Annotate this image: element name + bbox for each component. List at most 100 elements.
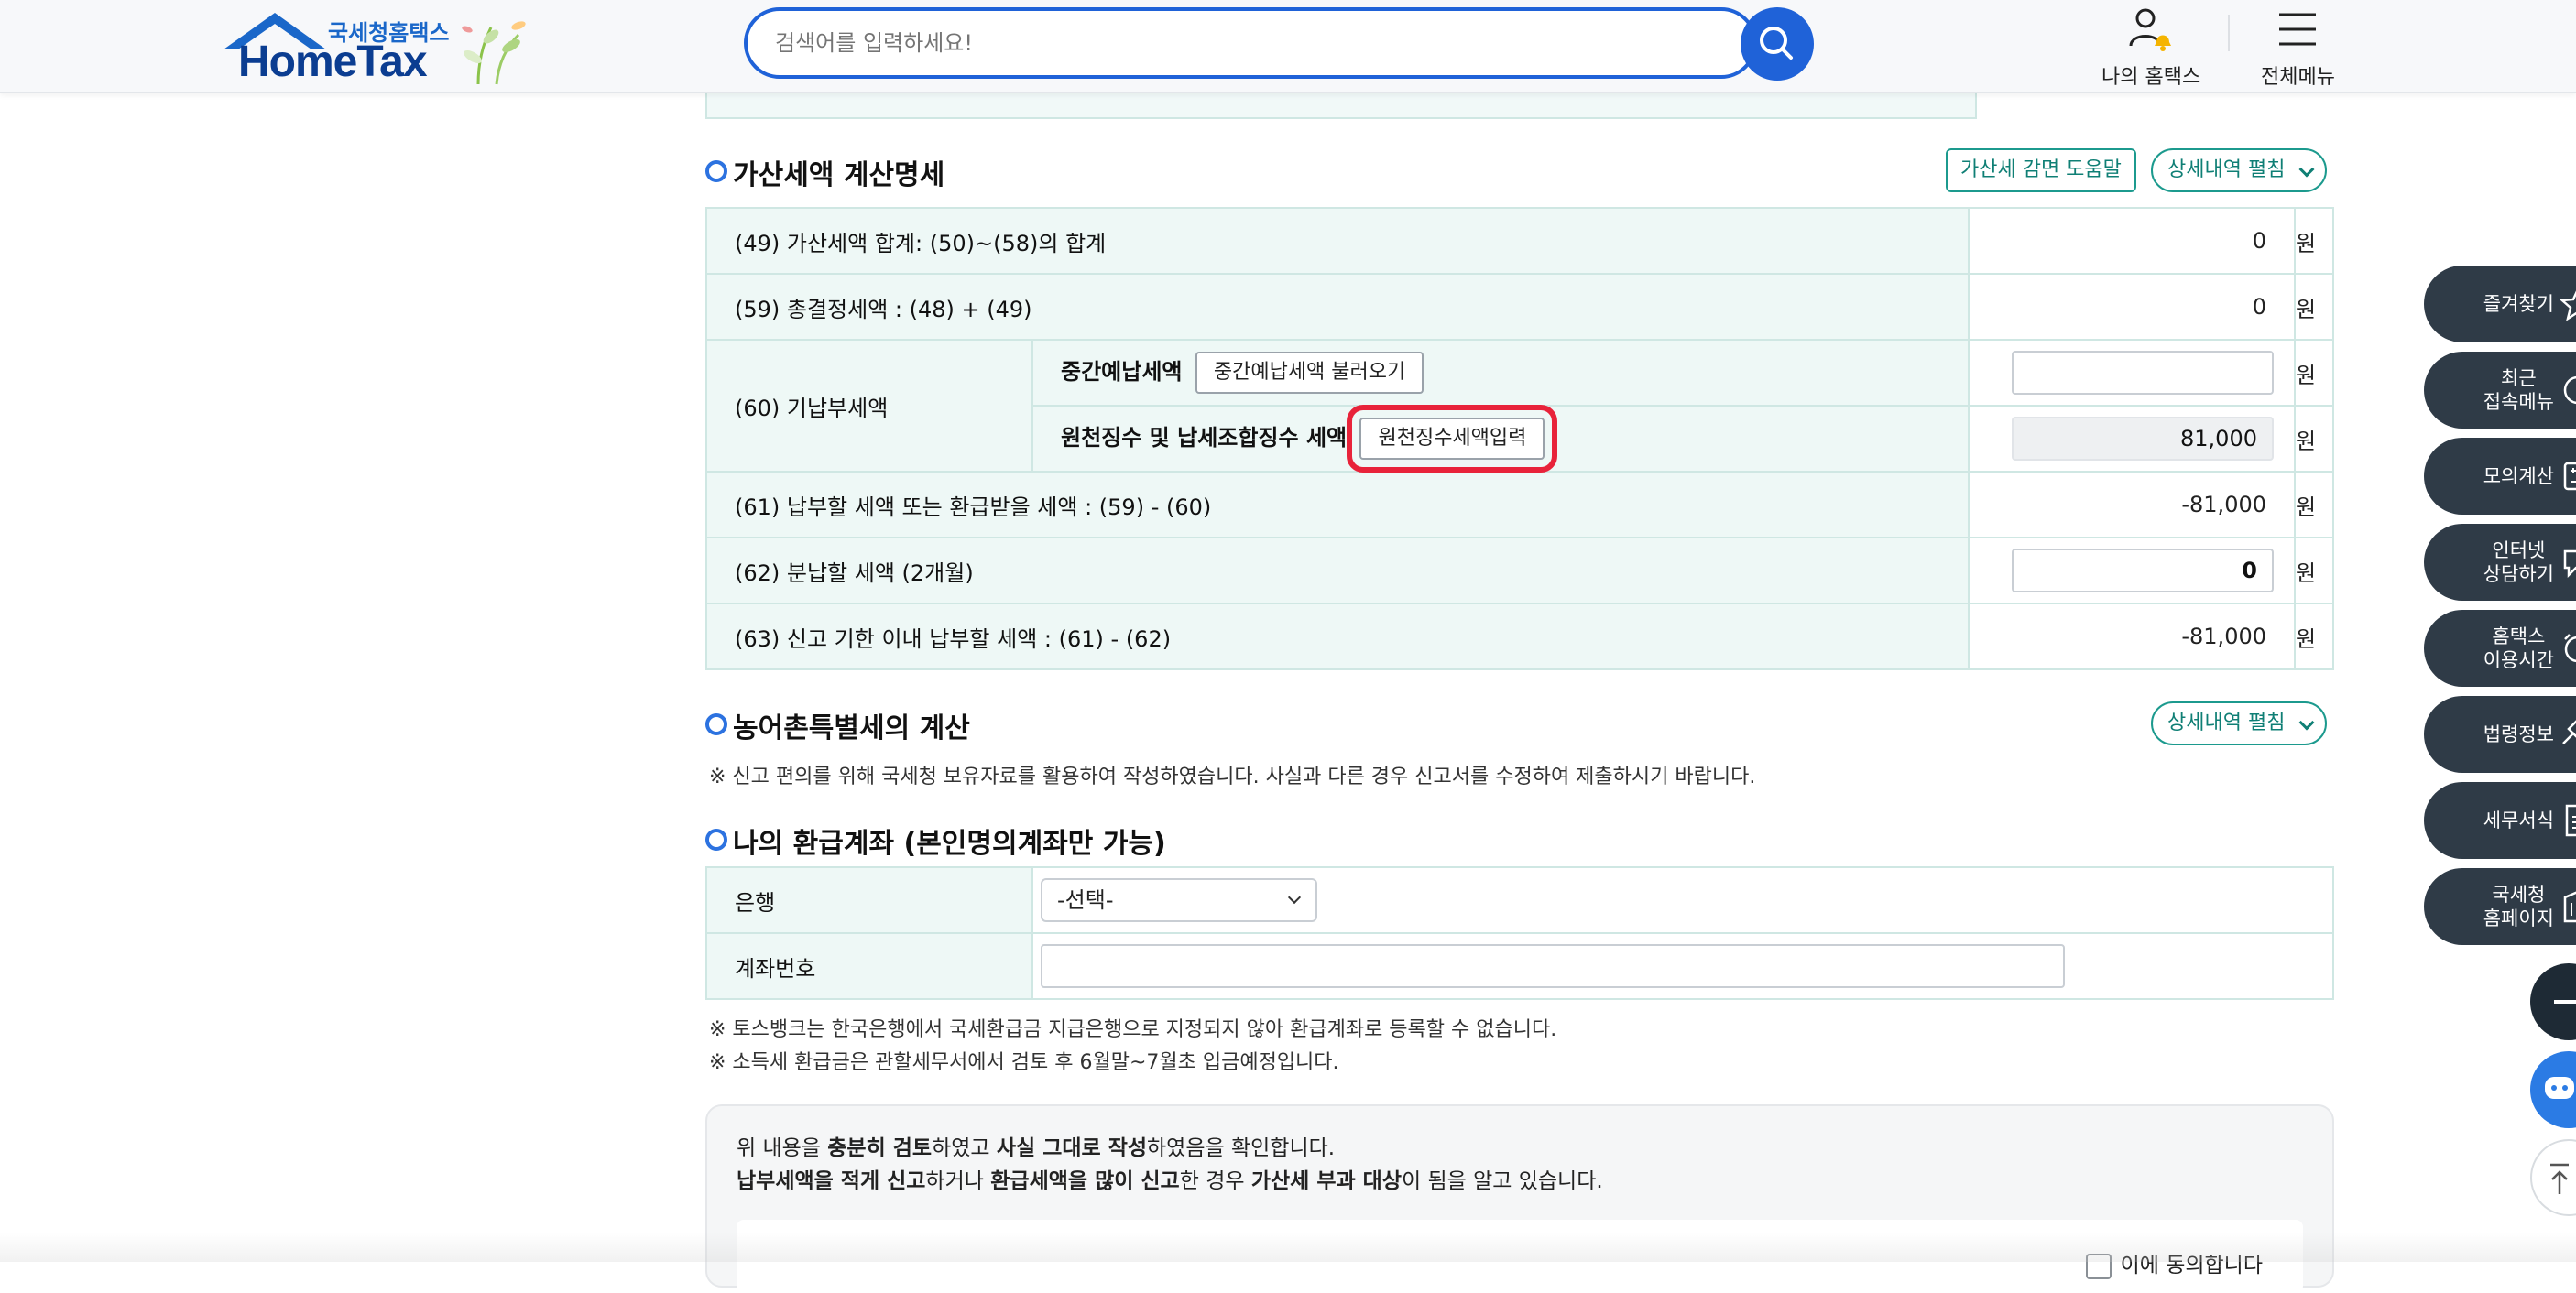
calculator-icon (2563, 462, 2576, 491)
penalty-table: (49) 가산세액 합계: (50)~(58)의 합계 0 원 (59) 총결정… (705, 207, 2334, 670)
building-icon (2563, 891, 2576, 923)
mock-calc-label: 모의계산 (2483, 465, 2554, 487)
user-bell-icon (2129, 8, 2172, 51)
hometax-logo[interactable]: 국세청홈택스 HomeTax (220, 9, 540, 86)
row61-value-cell: -81,000 (1968, 471, 2296, 538)
rural-tax-expand-button[interactable]: 상세내역 펼침 (2151, 701, 2328, 745)
arrow-up-icon (2550, 1163, 2569, 1194)
bottom-fade (0, 1233, 2576, 1262)
tax-forms-label: 세무서식 (2483, 809, 2554, 831)
row60a-label: 중간예납세액 (1061, 359, 1183, 385)
row62-label: (62) 분납할 세액 (2개월) (705, 537, 1970, 604)
table-row: (61) 납부할 세액 또는 환급받을 세액 : (59) - (60) -81… (705, 471, 2334, 538)
law-info-label: 법령정보 (2483, 723, 2554, 745)
bank-select[interactable]: -선택- (1041, 878, 1317, 922)
tax-forms-button[interactable]: 세무서식 (2424, 782, 2576, 859)
rural-tax-expand-label: 상세내역 펼침 (2167, 712, 2286, 734)
service-hours-button[interactable]: 홈택스 이용시간 (2424, 610, 2576, 687)
chevron-down-icon (2298, 714, 2315, 731)
nts-homepage-label: 국세청 홈페이지 (2483, 884, 2554, 929)
account-number-label: 계좌번호 (705, 932, 1033, 1000)
row59-value-cell: 0 (1968, 273, 2296, 341)
table-row: (49) 가산세액 합계: (50)~(58)의 합계 0 원 (705, 207, 2334, 275)
row59-label: (59) 총결정세액 : (48) + (49) (705, 273, 1970, 341)
header-divider (2228, 15, 2230, 51)
load-interim-prepaid-tax-button[interactable]: 중간예납세액 불러오기 (1195, 352, 1424, 394)
account-number-input[interactable] (1041, 944, 2065, 988)
row60b-value-cell (1968, 405, 2296, 473)
all-menu-button[interactable]: 전체메뉴 (2261, 5, 2335, 90)
won-unit: 원 (2294, 471, 2334, 538)
tossbank-note: ※ 토스뱅크는 한국은행에서 국세환급금 지급은행으로 지정되지 않아 환급계좌… (709, 1018, 1557, 1041)
row60-label: (60) 기납부세액 (705, 339, 1033, 473)
penalty-section-title: 가산세액 계산명세 (705, 152, 944, 192)
rural-tax-section-title: 농어촌특별세의 계산 (705, 705, 970, 745)
my-hometax-link[interactable]: 나의 홈택스 (2101, 5, 2200, 90)
gavel-icon (2562, 720, 2576, 744)
penalty-expand-button[interactable]: 상세내역 펼침 (2151, 148, 2328, 192)
chat-bubble-icon (2563, 549, 2576, 579)
won-unit: 원 (2294, 273, 2334, 341)
alarm-clock-icon (2564, 634, 2576, 663)
installment-tax-input[interactable] (2012, 549, 2274, 592)
row60a-value-cell (1968, 339, 2296, 407)
minus-icon (2554, 1000, 2576, 1004)
confirm-line-1: 위 내용을 충분히 검토하였고 사실 그대로 작성하였음을 확인합니다. (737, 1136, 1336, 1160)
my-hometax-label: 나의 홈택스 (2101, 66, 2201, 89)
document-icon (2565, 804, 2576, 837)
nts-homepage-button[interactable]: 국세청 홈페이지 (2424, 868, 2576, 945)
chatbot-button[interactable] (2530, 1051, 2576, 1128)
online-consult-button[interactable]: 인터넷 상담하기 (2424, 524, 2576, 601)
penalty-expand-label: 상세내역 펼침 (2167, 158, 2286, 181)
table-row: (59) 총결정세액 : (48) + (49) 0 원 (705, 273, 2334, 341)
withholding-tax-field (2012, 417, 2274, 461)
search-box (744, 7, 1757, 79)
recent-menu-button[interactable]: 최근 접속메뉴 (2424, 352, 2576, 429)
all-menu-label: 전체메뉴 (2261, 66, 2335, 89)
penalty-relief-help-button[interactable]: 가산세 감면 도움말 (1946, 148, 2136, 192)
withholding-tax-input-button[interactable]: 원천징수세액입력 (1347, 405, 1558, 473)
recent-menu-label: 최근 접속메뉴 (2483, 367, 2554, 413)
account-number-cell (1031, 932, 2334, 1000)
previous-table-edge (705, 93, 2334, 119)
star-icon (2559, 290, 2576, 321)
won-unit: 원 (2294, 207, 2334, 275)
chevron-down-icon (1287, 890, 1302, 905)
row60b-label: 원천징수 및 납세조합징수 세액 (1061, 425, 1348, 451)
chevron-down-icon (2298, 161, 2315, 178)
collapse-quick-menu-button[interactable] (2530, 963, 2576, 1040)
confirm-line-2: 납부세액을 적게 신고하거나 환급세액을 많이 신고한 경우 가산세 부과 대상… (737, 1169, 1603, 1193)
row49-value-cell: 0 (1968, 207, 2296, 275)
interim-prepaid-tax-input[interactable] (2012, 351, 2274, 395)
row60a-label-cell: 중간예납세액 중간예납세액 불러오기 (1031, 339, 1970, 407)
table-row: (60) 기납부세액 중간예납세액 중간예납세액 불러오기 원 (705, 339, 2334, 473)
favorites-label: 즐겨찾기 (2483, 293, 2554, 315)
top-header: 국세청홈택스 HomeTax 나의 홈택스 (0, 0, 2576, 93)
refund-account-section-title: 나의 환급계좌 (본인명의계좌만 가능) (705, 820, 1166, 861)
bank-cell: -선택- (1031, 866, 2334, 934)
clock-icon (2563, 375, 2576, 405)
row62-value-cell (1968, 537, 2296, 604)
favorites-button[interactable]: 즐겨찾기 (2424, 266, 2576, 342)
search-button[interactable] (1741, 7, 1814, 81)
table-row: 계좌번호 (705, 932, 2334, 1000)
search-icon (1760, 27, 1793, 60)
mock-calc-button[interactable]: 모의계산 (2424, 438, 2576, 515)
refund-account-table: 은행 -선택- 계좌번호 (705, 866, 2334, 1000)
row63-label: (63) 신고 기한 이내 납부할 세액 : (61) - (62) (705, 603, 1970, 670)
plant-decoration-icon (462, 21, 526, 85)
won-unit: 원 (2294, 603, 2334, 670)
row49-label: (49) 가산세액 합계: (50)~(58)의 합계 (705, 207, 1970, 275)
row60b-label-cell: 원천징수 및 납세조합징수 세액 원천징수세액입력 (1031, 405, 1970, 473)
logo-title: HomeTax (238, 38, 428, 86)
bank-label: 은행 (705, 866, 1033, 934)
robot-icon (2545, 1077, 2574, 1099)
refund-timing-note: ※ 소득세 환급금은 관할세무서에서 검토 후 6월말~7월초 입금예정입니다. (709, 1051, 1339, 1074)
online-consult-label: 인터넷 상담하기 (2483, 539, 2554, 585)
won-unit: 원 (2294, 339, 2334, 407)
table-row: (63) 신고 기한 이내 납부할 세액 : (61) - (62) -81,0… (705, 603, 2334, 670)
scroll-top-button[interactable] (2530, 1139, 2576, 1216)
hamburger-menu-icon (2279, 13, 2317, 46)
law-info-button[interactable]: 법령정보 (2424, 696, 2576, 773)
search-input[interactable] (775, 22, 1581, 64)
